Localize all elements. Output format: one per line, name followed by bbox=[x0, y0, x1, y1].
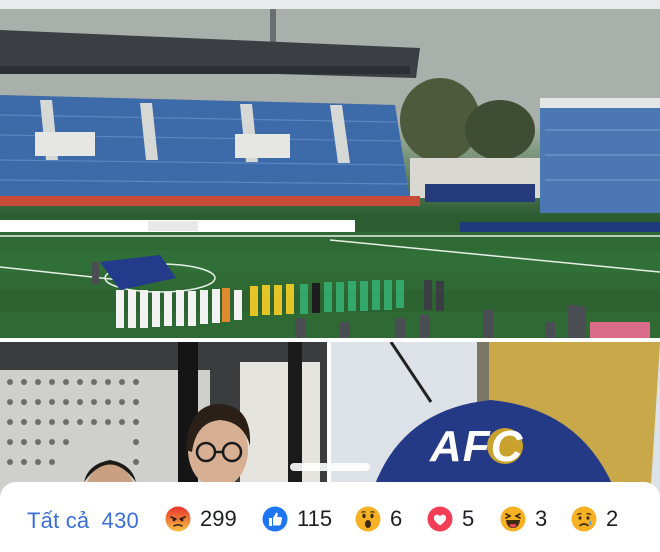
afc-logo-text: AFC bbox=[430, 422, 524, 471]
wow-count: 6 bbox=[390, 506, 403, 531]
reactions-bar: Tất cả 430 299 115 6 5 3 2 bbox=[0, 482, 660, 552]
wow-reaction-icon bbox=[355, 506, 381, 532]
tab-like[interactable]: 115 bbox=[262, 504, 332, 534]
tab-wow[interactable]: 6 bbox=[355, 504, 402, 534]
sad-count: 2 bbox=[606, 506, 619, 531]
tab-haha[interactable]: 3 bbox=[500, 504, 547, 534]
like-count: 115 bbox=[297, 506, 333, 531]
sad-reaction-icon bbox=[571, 506, 597, 532]
sheet-drag-handle[interactable] bbox=[290, 463, 370, 471]
haha-reaction-icon bbox=[500, 506, 526, 532]
like-reaction-icon bbox=[262, 506, 288, 532]
angry-reaction-icon bbox=[165, 506, 191, 532]
tab-love[interactable]: 5 bbox=[427, 504, 474, 534]
angry-count: 299 bbox=[200, 506, 237, 531]
stadium-illustration bbox=[0, 9, 660, 338]
love-reaction-icon bbox=[427, 506, 453, 532]
stadium-photo[interactable] bbox=[0, 0, 660, 338]
tab-angry[interactable]: 299 bbox=[165, 504, 237, 534]
haha-count: 3 bbox=[535, 506, 548, 531]
love-count: 5 bbox=[462, 506, 475, 531]
tab-all-count: 430 bbox=[101, 508, 139, 533]
tab-all-reactions[interactable]: Tất cả 430 bbox=[27, 508, 139, 534]
reactions-sheet: Tất cả 430 299 115 6 5 3 2 bbox=[0, 482, 660, 552]
tab-sad[interactable]: 2 bbox=[571, 504, 618, 534]
tab-all-label: Tất cả bbox=[27, 508, 90, 533]
